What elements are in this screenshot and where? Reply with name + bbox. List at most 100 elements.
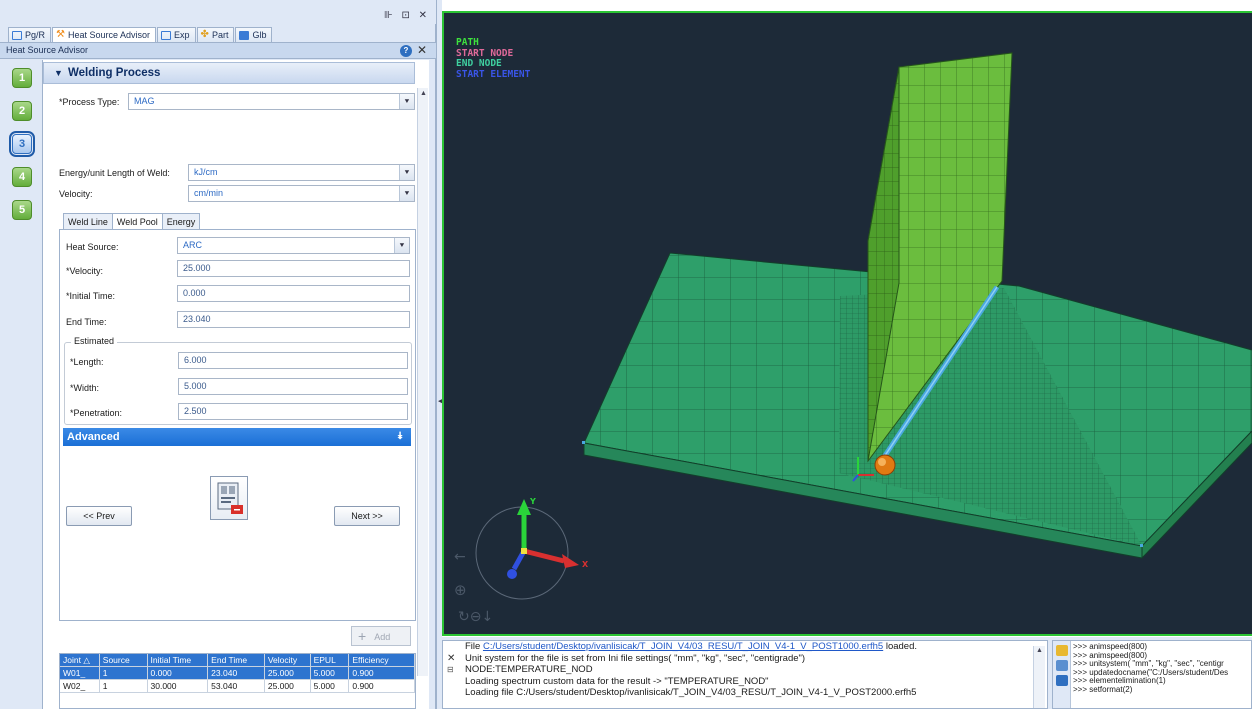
velocity-unit-select[interactable]: cm/min ⯆ <box>188 185 415 202</box>
table-cell: 0.900 <box>349 680 415 693</box>
column-header-epul[interactable]: EPUL <box>310 654 350 667</box>
chevron-down-icon[interactable]: ⯆ <box>399 94 414 109</box>
save-icon[interactable] <box>1056 675 1068 686</box>
chevron-down-icon[interactable]: ⯆ <box>399 165 414 180</box>
tab-exp[interactable]: Exp <box>157 27 196 42</box>
table-cell: 0.000 <box>147 667 209 680</box>
file-link[interactable]: C:/Users/student/Desktop/ivanlisicak/T_J… <box>483 641 883 652</box>
run-script-icon[interactable] <box>1056 645 1068 656</box>
table-row[interactable]: W01_ 1 0.000 23.040 25.000 5.000 0.900 <box>60 667 415 680</box>
collapse-arrow-icon: ▼ <box>54 68 63 78</box>
form-scrollbar[interactable]: ▲ <box>417 88 428 676</box>
record-icon[interactable] <box>1056 660 1068 671</box>
length-label: *Length: <box>70 357 104 367</box>
log-scrollbar[interactable]: ▲ <box>1033 646 1045 708</box>
weld-sub-tabs: Weld Line Weld Pool Energy <box>63 213 201 231</box>
width-input[interactable]: 5.000 <box>178 378 408 395</box>
advanced-label: Advanced <box>67 431 120 443</box>
step-4-button[interactable]: 4 <box>12 167 32 187</box>
initial-time-input[interactable]: 0.000 <box>177 285 410 302</box>
add-button[interactable]: + Add <box>351 626 411 646</box>
column-header-initial-time[interactable]: Initial Time <box>147 654 209 667</box>
expand-icon[interactable]: ⯯ <box>397 428 403 446</box>
close-icon[interactable]: ✕ <box>417 43 427 58</box>
advisor-form: ▼ Welding Process ▲ *Process Type: MAG ⯆… <box>42 60 429 709</box>
log-line: NODE:TEMPERATURE_NOD <box>465 664 593 675</box>
log-line: Unit system for the file is set from Ini… <box>465 652 806 664</box>
step-5-button[interactable]: 5 <box>12 200 32 220</box>
tab-pg-r[interactable]: Pg/R <box>8 27 52 42</box>
scroll-up-icon[interactable]: ▲ <box>420 90 427 97</box>
width-label: *Width: <box>70 383 100 393</box>
initial-time-label: *Initial Time: <box>66 291 116 301</box>
penetration-input[interactable]: 2.500 <box>178 403 408 420</box>
pool-velocity-input[interactable]: 25.000 <box>177 260 410 277</box>
part-icon: ✤ <box>200 29 209 40</box>
welding-process-title: Welding Process <box>68 67 161 79</box>
legend-end-node: END NODE <box>456 58 502 69</box>
table-header: Joint △ Source Initial Time End Time Vel… <box>60 654 415 667</box>
tab-energy[interactable]: Energy <box>161 213 201 230</box>
table-cell: 53.040 <box>208 680 265 693</box>
command-history[interactable]: >>> animspeed(800) >>> animspeed(800) >>… <box>1052 640 1252 709</box>
panel-tabs: Pg/R ⚒ Heat Source Advisor Exp ✤ Part Gl… <box>8 27 273 42</box>
log-line: File C:/Users/student/Desktop/ivanlisica… <box>465 641 1047 653</box>
tab-part[interactable]: ✤ Part <box>196 27 235 42</box>
rotate-icon: ↻⊖↓ <box>458 609 493 625</box>
scroll-up-icon[interactable]: ▲ <box>1036 647 1043 654</box>
length-input[interactable]: 6.000 <box>178 352 408 369</box>
step-2-button[interactable]: 2 <box>12 101 32 121</box>
step-1-button[interactable]: 1 <box>12 68 32 88</box>
tab-weld-line[interactable]: Weld Line <box>63 213 113 230</box>
next-button[interactable]: Next >> <box>334 506 400 526</box>
legend-path: PATH <box>456 37 479 48</box>
table-cell: 0.900 <box>349 667 415 680</box>
message-log[interactable]: ✕ ⊟ File C:/Users/student/Desktop/ivanli… <box>442 640 1048 709</box>
heat-source-sphere <box>874 454 896 476</box>
advanced-section[interactable]: Advanced ⯯ <box>63 428 411 446</box>
advisor-title-bar: Heat Source Advisor ? ✕ <box>0 42 436 59</box>
column-header-source[interactable]: Source <box>99 654 148 667</box>
panel-topbar: ⊪ ⊡ ✕ <box>0 0 436 24</box>
prev-button[interactable]: << Prev <box>66 506 132 526</box>
process-type-select[interactable]: MAG ⯆ <box>128 93 415 110</box>
table-cell: W02_ <box>60 680 100 693</box>
global-x-arrow <box>562 554 579 568</box>
globe-icon <box>239 30 250 40</box>
pool-velocity-label: *Velocity: <box>66 266 104 276</box>
end-time-input[interactable]: 23.040 <box>177 311 410 328</box>
pin-icon[interactable]: ⊟ <box>447 665 454 674</box>
column-header-velocity[interactable]: Velocity <box>264 654 311 667</box>
table-row[interactable]: W02_ 1 30.000 53.040 25.000 5.000 0.900 <box>60 680 415 693</box>
energy-unit-select[interactable]: kJ/cm ⯆ <box>188 164 415 181</box>
heat-source-label: Heat Source: <box>66 242 119 252</box>
close-icon[interactable]: ✕ <box>447 653 455 664</box>
calculator-icon[interactable] <box>210 476 248 520</box>
welding-process-header[interactable]: ▼ Welding Process <box>43 62 415 84</box>
step-list: 1 2 3 4 5 <box>6 62 36 709</box>
heat-source-select[interactable]: ARC ⯆ <box>177 237 410 254</box>
3d-viewport[interactable]: ← ⊕ ↻⊖↓ Y X PATH START NODE END NODE STA… <box>442 11 1252 636</box>
wand-icon: ⚒ <box>56 29 65 40</box>
chevron-down-icon[interactable]: ⯆ <box>394 238 409 253</box>
heat-source-value: ARC <box>183 240 203 250</box>
tab-glb[interactable]: Glb <box>235 27 273 42</box>
zoom-icon: ⊕ <box>454 581 467 599</box>
table-cell: 25.000 <box>264 680 311 693</box>
global-origin <box>521 548 527 554</box>
step-3-button[interactable]: 3 <box>9 131 35 157</box>
tab-heat-source-advisor[interactable]: ⚒ Heat Source Advisor <box>52 27 157 42</box>
table-cell: 1 <box>99 680 148 693</box>
column-header-joint[interactable]: Joint △ <box>60 654 100 667</box>
estimated-legend: Estimated <box>71 336 118 346</box>
corner-marker <box>1140 544 1143 547</box>
panel-window-controls[interactable]: ⊪ ⊡ ✕ <box>384 10 430 21</box>
calculator-icon-graphic <box>217 482 243 514</box>
help-icon[interactable]: ? <box>400 45 412 57</box>
column-header-efficiency[interactable]: Efficiency <box>349 654 415 667</box>
left-panel: ⊪ ⊡ ✕ Pg/R ⚒ Heat Source Advisor Exp ✤ P… <box>0 0 436 709</box>
history-lines: >>> animspeed(800) >>> animspeed(800) >>… <box>1073 642 1228 695</box>
tab-label: Glb <box>252 30 267 40</box>
column-header-end-time[interactable]: End Time <box>208 654 265 667</box>
chevron-down-icon[interactable]: ⯆ <box>399 186 414 201</box>
